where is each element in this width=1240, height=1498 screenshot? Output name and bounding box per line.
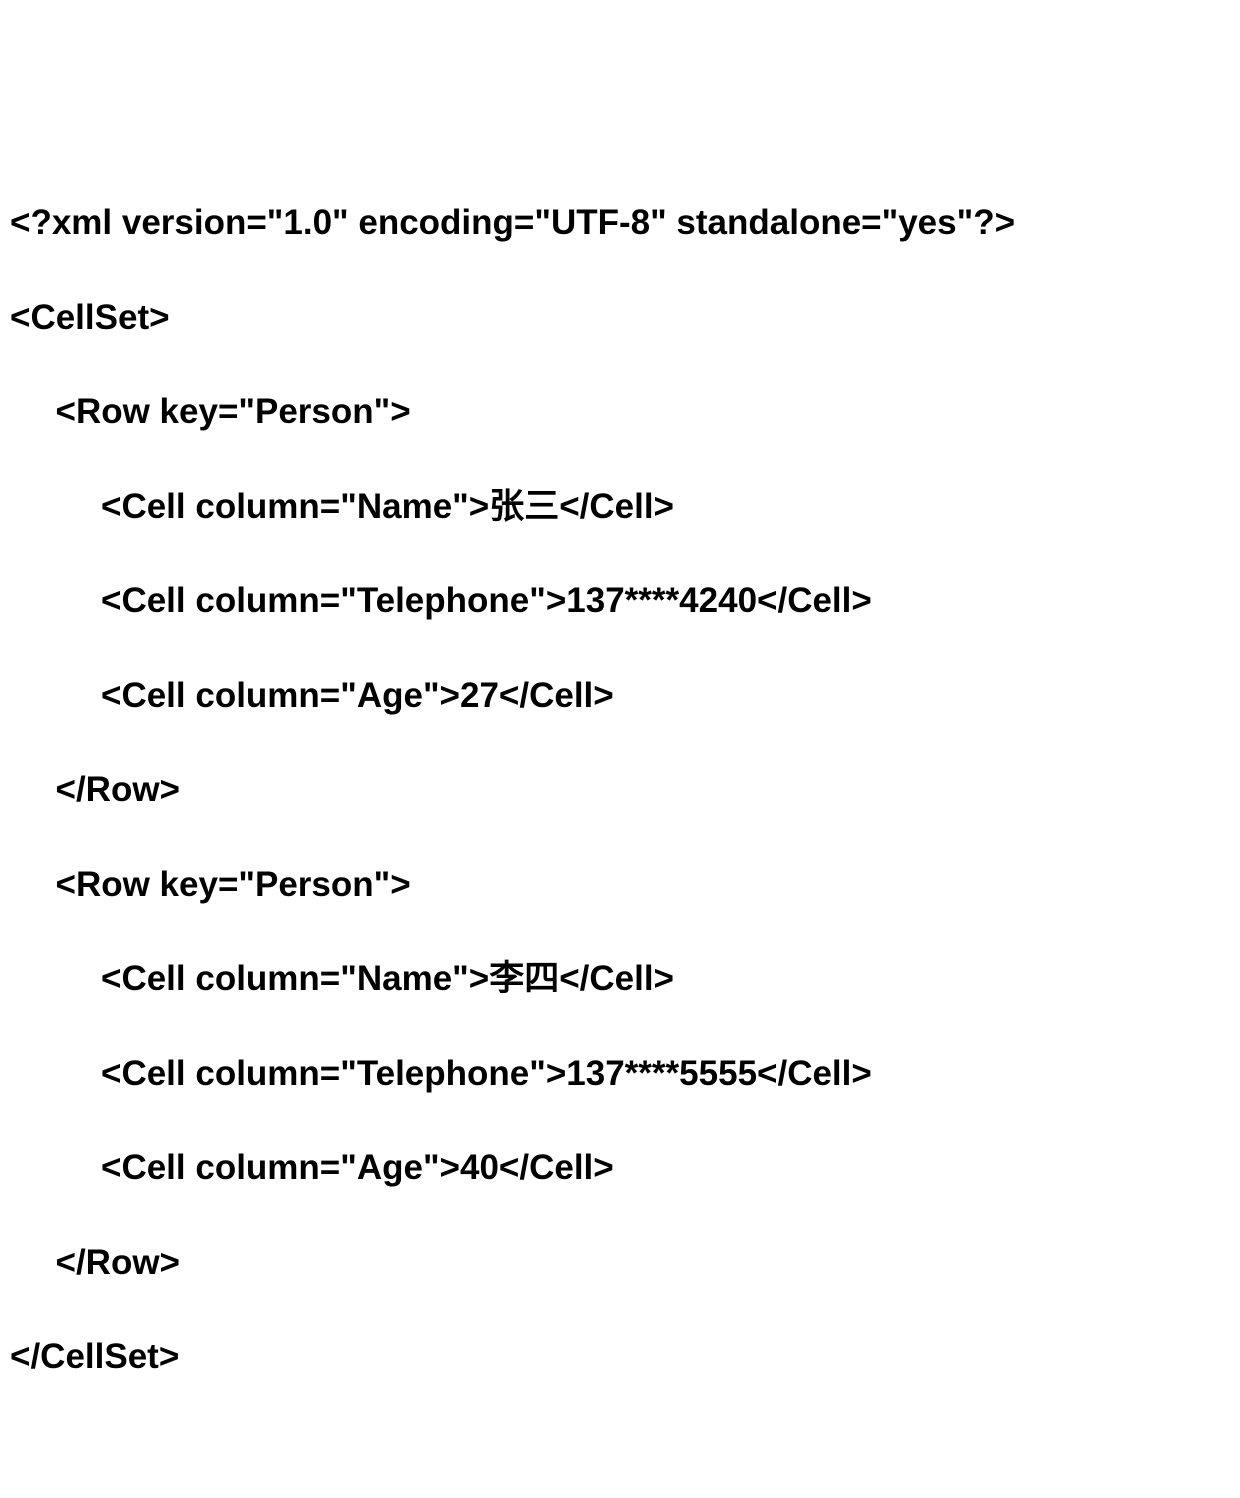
cell-line: <Cell column="Name">李四</Cell> — [10, 955, 1230, 1002]
row-open: <Row key="Person"> — [10, 861, 1230, 908]
cell-line: <Cell column="Telephone">137****5555</Ce… — [10, 1050, 1230, 1097]
xml-code-block: <?xml version="1.0" encoding="UTF-8" sta… — [10, 152, 1230, 1428]
row-close: </Row> — [10, 766, 1230, 813]
row-open: <Row key="Person"> — [10, 388, 1230, 435]
cellset-open: <CellSet> — [10, 294, 1230, 341]
cell-line: <Cell column="Age">27</Cell> — [10, 672, 1230, 719]
cell-line: <Cell column="Name">张三</Cell> — [10, 483, 1230, 530]
xml-declaration: <?xml version="1.0" encoding="UTF-8" sta… — [10, 199, 1230, 246]
cell-line: <Cell column="Telephone">137****4240</Ce… — [10, 577, 1230, 624]
cellset-close: </CellSet> — [10, 1333, 1230, 1380]
row-close: </Row> — [10, 1239, 1230, 1286]
cell-line: <Cell column="Age">40</Cell> — [10, 1144, 1230, 1191]
